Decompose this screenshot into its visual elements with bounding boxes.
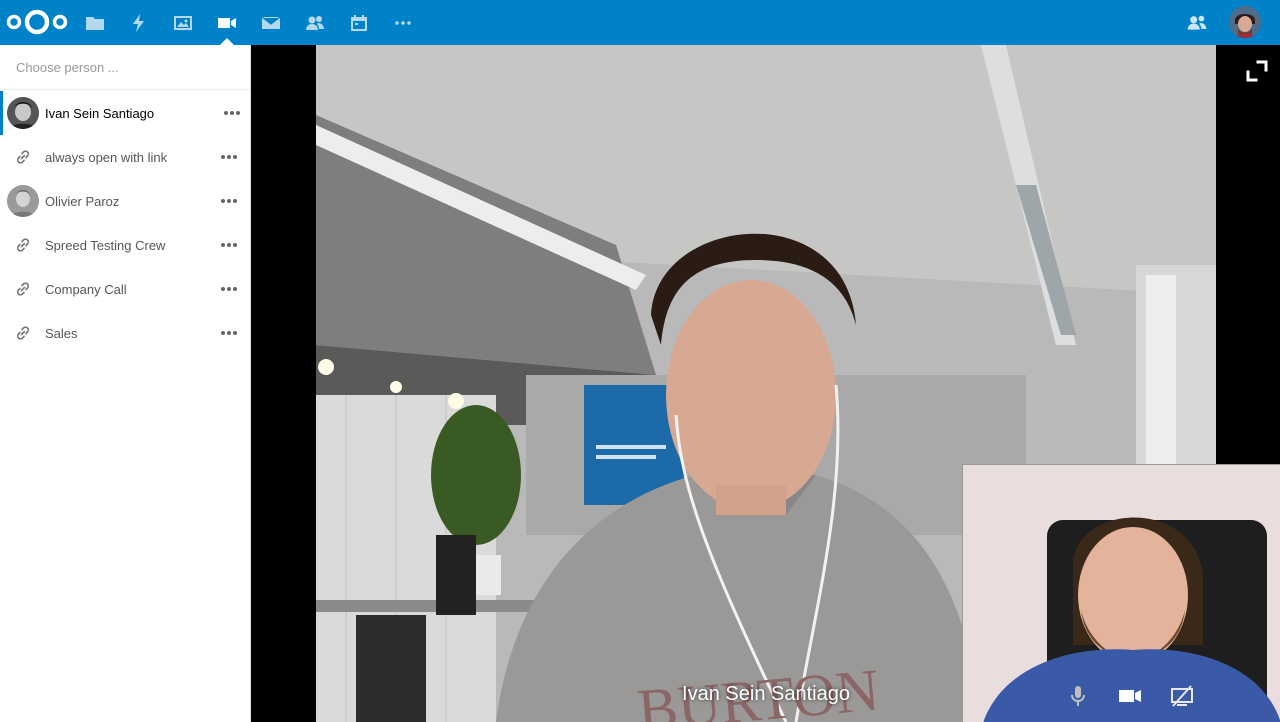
mail-icon[interactable]	[259, 11, 283, 35]
files-icon[interactable]	[83, 11, 107, 35]
avatar	[7, 97, 39, 129]
microphone-icon[interactable]	[1065, 683, 1091, 709]
avatar	[7, 185, 39, 217]
contacts-icon[interactable]	[303, 11, 327, 35]
more-options-icon[interactable]	[220, 325, 238, 341]
conversation-label: always open with link	[45, 149, 168, 165]
conversation-item-company-call[interactable]: Company Call	[0, 267, 250, 311]
more-options-icon[interactable]	[220, 193, 238, 209]
choose-person-input[interactable]	[0, 45, 250, 90]
contacts-menu-icon[interactable]	[1186, 12, 1208, 34]
link-icon	[15, 281, 31, 297]
conversation-sidebar: Ivan Sein Santiago always open with link…	[0, 45, 251, 722]
more-options-icon[interactable]	[220, 237, 238, 253]
conversation-label: Spreed Testing Crew	[45, 237, 166, 253]
activity-icon[interactable]	[127, 11, 151, 35]
more-options-icon[interactable]	[220, 281, 238, 297]
conversation-item-spreed-testing-crew[interactable]: Spreed Testing Crew	[0, 223, 250, 267]
link-icon	[15, 237, 31, 253]
more-options-icon[interactable]	[223, 105, 241, 121]
more-apps-icon[interactable]	[391, 11, 415, 35]
local-media-controls	[962, 676, 1280, 716]
more-options-icon[interactable]	[220, 149, 238, 165]
conversation-label: Ivan Sein Santiago	[45, 105, 155, 121]
link-icon	[15, 149, 31, 165]
conversation-list: Ivan Sein Santiago always open with link…	[0, 91, 250, 355]
user-avatar[interactable]	[1229, 6, 1261, 38]
conversation-label: Olivier Paroz	[45, 193, 120, 209]
fullscreen-icon[interactable]	[1245, 59, 1269, 83]
top-bar	[0, 0, 1280, 45]
conversation-label: Sales	[45, 325, 78, 341]
calendar-icon[interactable]	[347, 11, 371, 35]
conversation-item-always-open-with-link[interactable]: always open with link	[0, 135, 250, 179]
screen-share-off-icon[interactable]	[1169, 683, 1195, 709]
camera-icon[interactable]	[1117, 683, 1143, 709]
conversation-item-ivan-sein-santiago[interactable]: Ivan Sein Santiago	[0, 91, 250, 135]
talk-icon[interactable]	[215, 11, 239, 35]
conversation-item-sales[interactable]: Sales	[0, 311, 250, 355]
nextcloud-logo-icon[interactable]	[6, 8, 68, 36]
conversation-label: Company Call	[45, 281, 127, 297]
link-icon	[15, 325, 31, 341]
active-app-indicator	[220, 38, 234, 45]
gallery-icon[interactable]	[171, 11, 195, 35]
conversation-item-olivier-paroz[interactable]: Olivier Paroz	[0, 179, 250, 223]
